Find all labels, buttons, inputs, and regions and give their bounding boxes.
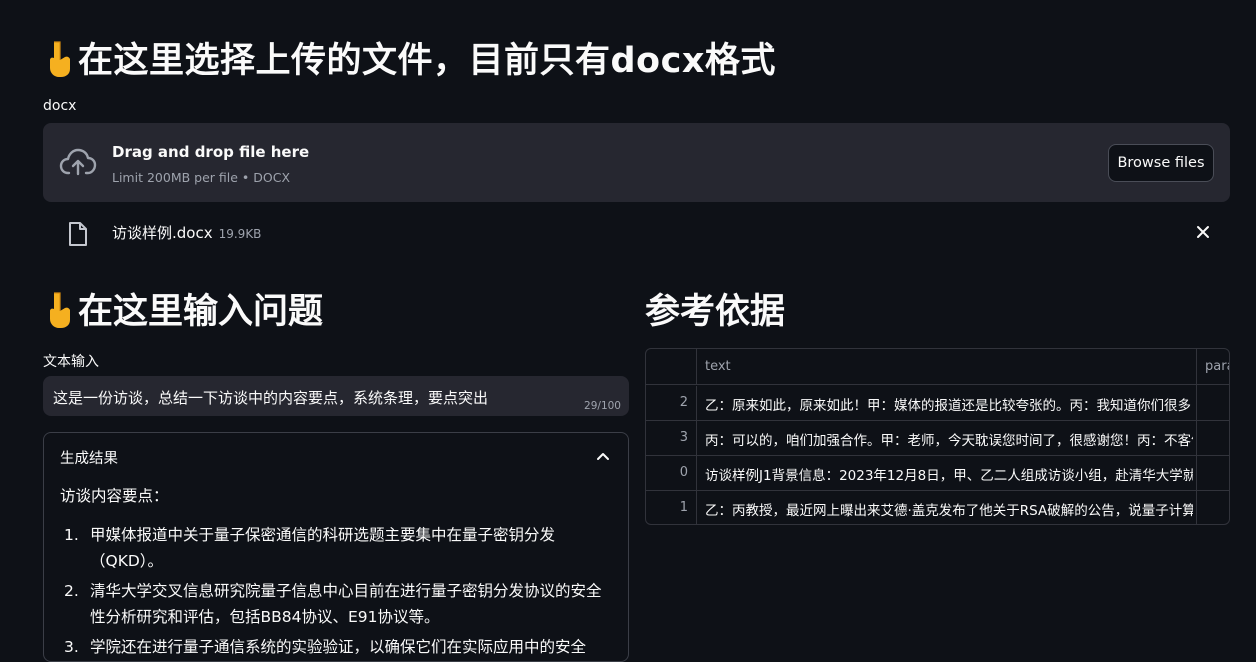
row-index: 2 — [646, 386, 697, 420]
column-header-text[interactable]: text — [705, 359, 731, 374]
result-expander: 生成结果 访谈内容要点： 1. 甲媒体报道中关于量子保密通信的科研选题主要集中在… — [43, 432, 629, 662]
row-text[interactable]: 乙：原来如此，原来如此！甲：媒体的报道还是比较夸张的。丙：我知道你们很多 — [705, 394, 1193, 414]
chevron-up-icon[interactable] — [596, 449, 610, 463]
file-name-text: 访谈样例.docx — [112, 224, 213, 242]
list-item-number: 1. — [64, 526, 79, 544]
question-input-value[interactable]: 这是一份访谈，总结一下访谈中的内容要点，系统条理，要点突出 — [53, 387, 488, 408]
result-list: 1. 甲媒体报道中关于量子保密通信的科研选题主要集中在量子密钥分发（QKD）。 … — [60, 522, 610, 661]
list-item-text: 清华大学交叉信息研究院量子信息中心目前在进行量子密钥分发协议的安全性分析研究和评… — [90, 582, 602, 626]
char-counter: 29/100 — [584, 400, 621, 412]
docx-label: docx — [43, 98, 77, 114]
pointing-down-hand-icon — [50, 41, 70, 77]
dropzone-limit: Limit 200MB per file • DOCX — [112, 170, 291, 185]
close-icon[interactable] — [1194, 223, 1212, 241]
row-index: 1 — [646, 491, 697, 524]
list-item: 2. 清华大学交叉信息研究院量子信息中心目前在进行量子密钥分发协议的安全性分析研… — [60, 578, 610, 630]
list-item: 3. 学院还在进行量子通信系统的实验验证，以确保它们在实际应用中的安全性。 — [60, 634, 610, 661]
uploaded-file-row: 访谈样例.docx 19.9KB — [43, 212, 1230, 252]
pointing-down-hand-icon — [50, 292, 70, 328]
row-text[interactable]: 访谈样例J1背景信息：2023年12月8日，甲、乙二人组成访谈小组，赴清华大学就 — [705, 464, 1193, 484]
question-heading-text: 在这里输入问题 — [78, 292, 324, 332]
reference-heading: 参考依据 — [645, 292, 786, 332]
index-header — [646, 349, 697, 385]
uploaded-file-name: 访谈样例.docx 19.9KB — [112, 222, 261, 243]
table-row[interactable]: 2 乙：原来如此，原来如此！甲：媒体的报道还是比较夸张的。丙：我知道你们很多 — [646, 386, 1229, 421]
dropzone-title: Drag and drop file here — [112, 143, 310, 161]
text-input-label: 文本输入 — [43, 354, 99, 370]
reference-table: text para 2 乙：原来如此，原来如此！甲：媒体的报道还是比较夸张的。丙… — [645, 348, 1230, 525]
file-dropzone[interactable]: Drag and drop file here Limit 200MB per … — [43, 123, 1230, 202]
list-item-number: 3. — [64, 638, 79, 656]
list-item-text: 甲媒体报道中关于量子保密通信的科研选题主要集中在量子密钥分发（QKD）。 — [90, 526, 556, 570]
list-item: 1. 甲媒体报道中关于量子保密通信的科研选题主要集中在量子密钥分发（QKD）。 — [60, 522, 610, 574]
file-size: 19.9KB — [218, 227, 262, 241]
table-row[interactable]: 0 访谈样例J1背景信息：2023年12月8日，甲、乙二人组成访谈小组，赴清华大… — [646, 456, 1229, 491]
upload-heading: 在这里选择上传的文件，目前只有docx格式 — [44, 32, 776, 83]
question-input[interactable]: 这是一份访谈，总结一下访谈中的内容要点，系统条理，要点突出 29/100 — [43, 376, 629, 416]
browse-files-button[interactable]: Browse files — [1108, 144, 1214, 182]
upload-heading-text: 在这里选择上传的文件，目前只有docx格式 — [78, 41, 776, 81]
result-subtitle: 访谈内容要点： — [60, 487, 169, 505]
cloud-upload-icon — [59, 148, 97, 176]
row-index: 0 — [646, 456, 697, 490]
row-text[interactable]: 丙：可以的，咱们加强合作。甲：老师，今天耽误您时间了，很感谢您！丙：不客气 — [705, 429, 1193, 449]
table-header: text para — [646, 349, 1229, 385]
list-item-text: 学院还在进行量子通信系统的实验验证，以确保它们在实际应用中的安全性。 — [90, 638, 587, 656]
row-text[interactable]: 乙：丙教授，最近网上曝出来艾德·盖克发布了他关于RSA破解的公告，说量子计算 — [705, 499, 1193, 519]
row-index: 3 — [646, 421, 697, 455]
file-icon — [69, 222, 87, 246]
question-heading: 在这里输入问题 — [44, 283, 323, 334]
list-item-number: 2. — [64, 582, 79, 600]
column-header-para[interactable]: para — [1205, 359, 1229, 374]
table-row[interactable]: 3 丙：可以的，咱们加强合作。甲：老师，今天耽误您时间了，很感谢您！丙：不客气 — [646, 421, 1229, 456]
expander-header[interactable]: 生成结果 — [60, 447, 118, 468]
table-row[interactable]: 1 乙：丙教授，最近网上曝出来艾德·盖克发布了他关于RSA破解的公告，说量子计算 — [646, 491, 1229, 524]
